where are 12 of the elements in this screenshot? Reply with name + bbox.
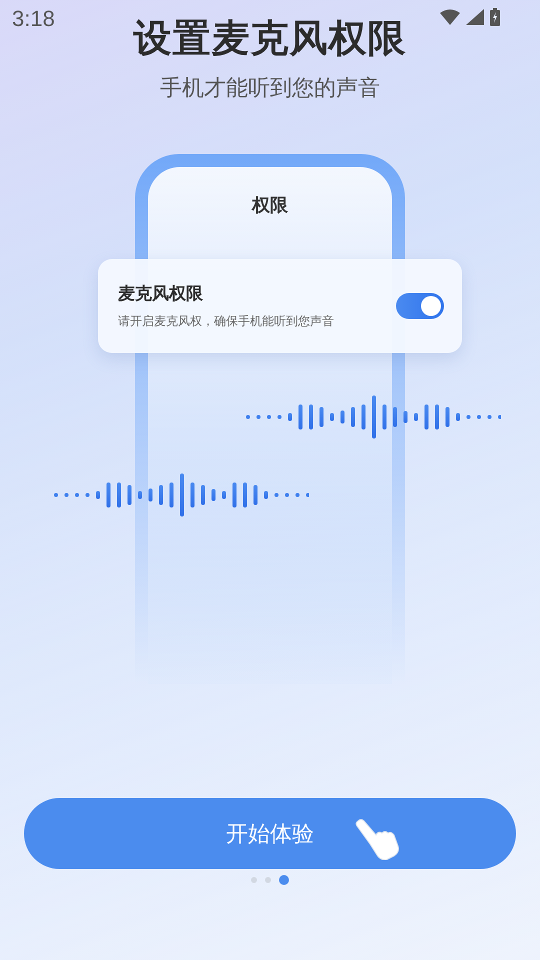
signal-icon (466, 9, 484, 25)
start-button[interactable]: 开始体验 (24, 798, 516, 869)
card-description: 请开启麦克风权，确保手机能听到您声音 (118, 313, 334, 330)
wifi-icon (440, 9, 460, 25)
page-title: 设置麦克风权限 (134, 15, 406, 62)
phone-title: 权限 (252, 194, 288, 217)
toggle-switch[interactable] (396, 293, 444, 319)
card-title: 麦克风权限 (118, 283, 204, 305)
status-time: 3:18 (12, 6, 55, 32)
page-subtitle: 手机才能听到您的声音 (160, 75, 380, 103)
battery-icon (490, 8, 500, 26)
hand-pointer-icon (354, 818, 402, 860)
